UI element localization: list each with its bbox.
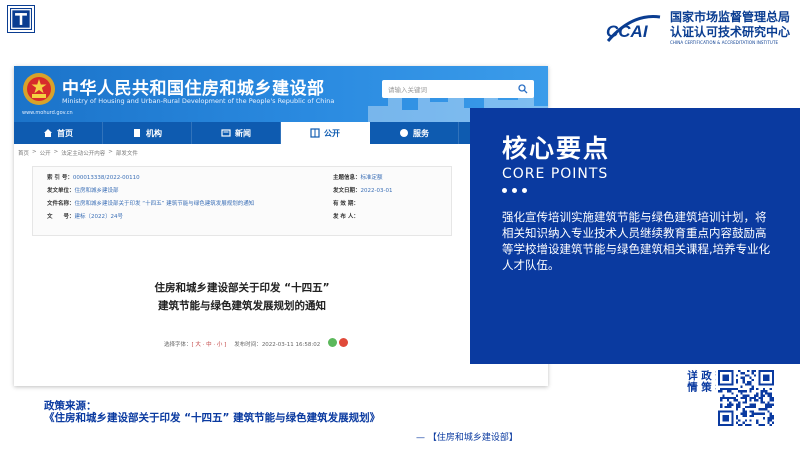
breadcrumb-sep: > xyxy=(53,149,59,155)
document-info-bar: 选择字体：[ 大 · 中 · 小 ] 发布时间：2022-03-11 16:58… xyxy=(164,338,349,349)
meta-publisher: 发文单位：住房和城乡建设部 xyxy=(47,188,119,194)
breadcrumb-docs[interactable]: 部发文件 xyxy=(116,149,138,157)
svg-text:CCAI: CCAI xyxy=(606,22,649,41)
site-url[interactable]: www.mohurd.gov.cn xyxy=(22,110,73,116)
scan-text-col4: 详情 xyxy=(686,370,698,393)
nav-organization-label: 机构 xyxy=(146,128,162,138)
panel-title: 核心要点 xyxy=(502,134,611,163)
wechat-share-icon[interactable] xyxy=(328,338,338,347)
nav-home[interactable]: 首页 xyxy=(14,122,103,144)
service-icon xyxy=(400,129,408,137)
home-icon xyxy=(44,129,52,137)
site-subtitle: Ministry of Housing and Urban-Rural Deve… xyxy=(62,97,335,105)
document-meta-table: 索 引 号：000013338/2022-00110 发文单位：住房和城乡建设部… xyxy=(32,166,452,236)
font-size-selector: 选择字体：[ 大 · 中 · 小 ] xyxy=(164,341,227,348)
national-emblem-icon xyxy=(23,73,55,105)
site-search-box[interactable]: 请输入关键词 xyxy=(382,80,534,98)
font-size-options[interactable]: [ 大 · 中 · 小 ] xyxy=(192,342,227,348)
nav-public-label: 公开 xyxy=(324,128,340,138)
org-name-line2: 认证认可技术研究中心 xyxy=(669,25,790,39)
news-icon xyxy=(221,129,231,137)
panel-subtitle: CORE POINTS xyxy=(502,166,609,182)
share-buttons xyxy=(328,338,349,349)
weibo-share-icon[interactable] xyxy=(339,338,349,347)
scan-text-col3: 政策 xyxy=(700,370,712,393)
nav-organization[interactable]: 机构 xyxy=(103,122,192,144)
site-nav: 首页 机构 新闻 公开 服务 互动 xyxy=(14,122,548,144)
t-logo-icon xyxy=(8,6,34,32)
document-heading-line2: 建筑节能与绿色建筑发展规划的通知 xyxy=(158,300,326,312)
source-title: 《住房和城乡建设部关于印发 “十四五” 建筑节能与绿色建筑发展规划》 xyxy=(44,412,381,424)
search-input[interactable]: 请输入关键词 xyxy=(388,84,518,94)
org-name-en: CHINA CERTIFICATION & ACCREDITATION INST… xyxy=(669,40,779,45)
breadcrumb-legal[interactable]: 法定主动公开内容 xyxy=(61,149,105,157)
nav-news-label: 新闻 xyxy=(235,128,251,138)
breadcrumb: 首页 > 公开 > 法定主动公开内容 > 部发文件 xyxy=(14,144,548,162)
breadcrumb-sep: > xyxy=(32,149,37,155)
breadcrumb-home[interactable]: 首页 xyxy=(18,149,29,157)
source-issuer: — 【住房和城乡建设部】 xyxy=(416,433,518,443)
nav-service[interactable]: 服务 xyxy=(370,122,459,144)
ministry-website-screenshot: 中华人民共和国住房和城乡建设部 Ministry of Housing and … xyxy=(14,66,548,386)
panel-body-text: 强化宣传培训实施建筑节能与绿色建筑培训计划，将相关知识纳入专业技术人员继续教育重… xyxy=(502,210,771,272)
building-icon xyxy=(134,129,140,137)
nav-home-label: 首页 xyxy=(57,128,73,138)
search-icon[interactable] xyxy=(518,84,528,94)
org-logo: CCAI 国家市场监督管理总局 认证认可技术研究中心 CHINA CERTIFI… xyxy=(602,10,790,45)
breadcrumb-sep: > xyxy=(108,149,113,155)
dots-decoration xyxy=(502,188,800,193)
document-heading-line1: 住房和城乡建设部关于印发 “十四五” xyxy=(154,282,330,294)
ccai-logo-icon: CCAI xyxy=(606,14,661,42)
meta-index-no: 索 引 号：000013338/2022-00110 xyxy=(47,175,140,181)
breadcrumb-public[interactable]: 公开 xyxy=(40,149,51,157)
meta-doc-no: 文 号：建标〔2022〕24号 xyxy=(47,214,124,220)
nav-service-label: 服务 xyxy=(413,128,429,138)
site-title: 中华人民共和国住房和城乡建设部 xyxy=(62,79,325,99)
meta-validity: 有 效 期： xyxy=(333,201,359,207)
meta-category: 主题信息：标准定额 xyxy=(333,175,383,181)
core-points-panel: 核心要点 CORE POINTS 强化宣传培训实施建筑节能与绿色建筑培训计划，将… xyxy=(470,108,800,364)
nav-public[interactable]: 公开 xyxy=(281,122,370,144)
public-icon xyxy=(310,128,320,138)
meta-doc-title: 文件名称：住房和城乡建设部关于印发 “十四五” 建筑节能与绿色建筑发展规划的通知 xyxy=(47,201,255,207)
publish-time: 发布时间：2022-03-11 16:58:02 xyxy=(234,341,321,348)
meta-scope: 发 布 人： xyxy=(333,214,359,220)
site-header: 中华人民共和国住房和城乡建设部 Ministry of Housing and … xyxy=(14,66,548,122)
nav-news[interactable]: 新闻 xyxy=(192,122,281,144)
meta-date: 发文日期：2022-03-01 xyxy=(333,188,393,194)
qr-code-icon[interactable] xyxy=(716,368,776,428)
org-name-line1: 国家市场监督管理总局 xyxy=(669,10,790,24)
